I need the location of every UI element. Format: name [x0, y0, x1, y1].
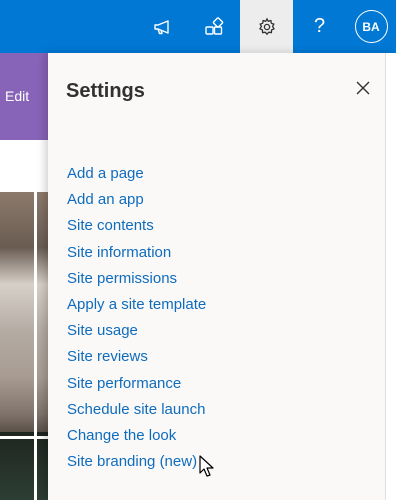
close-icon [356, 81, 370, 95]
close-button[interactable] [346, 71, 380, 105]
settings-item-add-app[interactable]: Add an app [67, 187, 206, 213]
megaphone-icon [154, 19, 169, 34]
settings-panel: Settings Add a page Add an app Site cont… [48, 53, 396, 500]
settings-item-site-reviews[interactable]: Site reviews [67, 344, 206, 370]
settings-item-change-look[interactable]: Change the look [67, 423, 206, 449]
settings-menu: Add a page Add an app Site contents Site… [67, 161, 206, 475]
account-button[interactable]: BA [346, 0, 396, 53]
avatar: BA [354, 10, 388, 43]
page-background [0, 140, 48, 192]
suite-bar: ? BA [0, 0, 396, 53]
help-button[interactable]: ? [293, 0, 346, 53]
hero-image-divider-horizontal [0, 436, 48, 439]
settings-item-site-information[interactable]: Site information [67, 240, 206, 266]
hero-image [0, 192, 48, 500]
settings-item-site-usage[interactable]: Site usage [67, 318, 206, 344]
announcements-button[interactable] [138, 0, 188, 53]
mouse-cursor-icon [199, 455, 214, 477]
settings-item-site-performance[interactable]: Site performance [67, 371, 206, 397]
settings-item-add-page[interactable]: Add a page [67, 161, 206, 187]
settings-item-site-branding[interactable]: Site branding (new) [67, 449, 206, 475]
edit-bar: Edit [0, 53, 48, 140]
panel-scrollbar[interactable] [385, 53, 396, 500]
settings-item-site-permissions[interactable]: Site permissions [67, 266, 206, 292]
edit-button[interactable]: Edit [5, 88, 29, 104]
settings-item-schedule-launch[interactable]: Schedule site launch [67, 397, 206, 423]
apps-icon [205, 16, 224, 35]
panel-title: Settings [66, 80, 145, 102]
apps-button[interactable] [188, 0, 240, 53]
settings-item-apply-template[interactable]: Apply a site template [67, 292, 206, 318]
help-icon: ? [313, 15, 326, 37]
settings-button[interactable] [240, 0, 293, 53]
settings-item-site-contents[interactable]: Site contents [67, 213, 206, 239]
gear-icon [258, 17, 275, 35]
hero-image-divider [34, 192, 37, 500]
avatar-initials: BA [362, 19, 380, 34]
